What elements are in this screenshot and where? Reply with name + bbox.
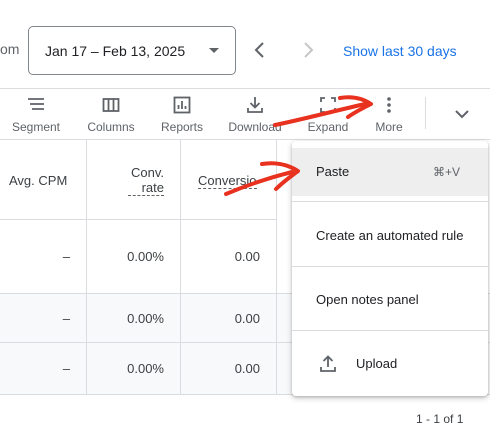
download-label: Download [228, 120, 282, 134]
cell-conversions: 0.00 [181, 220, 277, 293]
reports-label: Reports [160, 120, 204, 134]
more-menu: Paste ⌘+V Create an automated rule Open … [292, 141, 488, 396]
cell-avg-cpm: – [0, 220, 87, 293]
menu-item-create-automated-rule[interactable]: Create an automated rule [292, 212, 488, 260]
reports-button[interactable]: Reports [154, 89, 210, 141]
menu-item-label: Paste [316, 164, 350, 179]
dropdown-caret-icon [209, 48, 219, 53]
upload-icon [320, 355, 336, 372]
reports-icon [173, 96, 191, 114]
menu-item-label: Create an automated rule [316, 228, 464, 243]
chevron-left-icon[interactable] [250, 40, 270, 60]
shortcut-label: ⌘+V [433, 165, 461, 179]
chevron-down-icon[interactable] [452, 104, 472, 124]
download-button[interactable]: Download [222, 89, 288, 141]
column-header-conv-rate[interactable]: Conv. rate [87, 140, 181, 220]
column-header-conversions[interactable]: Conversio [181, 140, 277, 220]
cell-conversions: 0.00 [181, 294, 277, 342]
expand-label: Expand [307, 120, 349, 134]
column-header-avg-cpm[interactable]: Avg. CPM [0, 140, 87, 220]
cell-conv-rate: 0.00% [87, 220, 181, 293]
cell-avg-cpm: – [0, 343, 87, 394]
more-vert-icon [387, 97, 391, 113]
cell-conversions: 0.00 [181, 343, 277, 394]
cell-conv-rate: 0.00% [87, 294, 181, 342]
expand-button[interactable]: Expand [302, 89, 354, 141]
columns-label: Columns [87, 120, 135, 134]
truncated-label: om [0, 41, 20, 57]
columns-icon [102, 98, 120, 112]
toolbar-divider [425, 97, 426, 129]
download-icon [247, 97, 263, 113]
header-label: Avg. CPM [9, 173, 68, 188]
cell-conv-rate: 0.00% [87, 343, 181, 394]
table-toolbar: Segment Columns Reports Download Expand [0, 88, 490, 140]
menu-divider [292, 201, 488, 202]
show-last-30-days-link[interactable]: Show last 30 days [343, 43, 457, 59]
more-button[interactable]: More [368, 89, 410, 141]
expand-icon [320, 97, 336, 113]
header-label: Conv. rate [128, 165, 164, 196]
menu-item-upload[interactable]: Upload [292, 340, 488, 388]
segment-button[interactable]: Segment [6, 89, 66, 141]
header-label: Conversio [198, 173, 257, 189]
segment-icon [28, 98, 44, 110]
date-bar: om Jan 17 – Feb 13, 2025 Show last 30 da… [0, 0, 490, 88]
columns-button[interactable]: Columns [80, 89, 142, 141]
chevron-right-icon[interactable] [298, 40, 318, 60]
menu-item-label: Upload [356, 356, 398, 371]
menu-divider [292, 330, 488, 331]
date-range-picker[interactable]: Jan 17 – Feb 13, 2025 [28, 26, 236, 75]
cell-avg-cpm: – [0, 294, 87, 342]
more-label: More [375, 120, 403, 134]
menu-item-open-notes-panel[interactable]: Open notes panel [292, 276, 488, 324]
segment-label: Segment [11, 120, 61, 134]
menu-item-label: Open notes panel [316, 292, 419, 307]
menu-item-paste[interactable]: Paste ⌘+V [292, 148, 488, 196]
menu-divider [292, 266, 488, 267]
pagination-text: 1 - 1 of 1 [416, 412, 464, 426]
date-range-value: Jan 17 – Feb 13, 2025 [45, 42, 186, 59]
